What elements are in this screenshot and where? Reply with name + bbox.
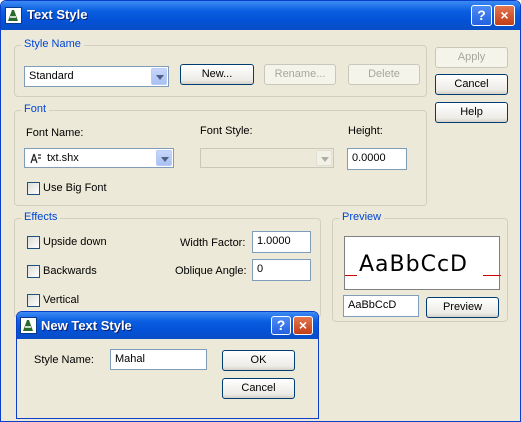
dialog-help-button[interactable]: ? [271,316,291,335]
new-style-name-label: Style Name: [34,354,94,366]
use-big-font-label: Use Big Font [43,182,107,194]
window-title: Text Style [27,7,88,22]
font-name-dropdown[interactable]: txt.shx [24,148,174,168]
close-icon[interactable]: × [494,5,515,26]
oblique-angle-label: Oblique Angle: [175,265,247,277]
preview-sample-text: AaBbCcD [359,252,468,277]
font-name-value: txt.shx [47,152,79,164]
rename-button[interactable]: Rename... [264,64,336,85]
preview-button[interactable]: Preview [426,297,499,318]
backwards-label: Backwards [43,265,97,277]
new-style-button[interactable]: New... [180,64,254,85]
height-input[interactable]: 0.0000 [347,148,407,170]
backwards-checkbox[interactable] [27,265,40,278]
title-bar: Text Style ? × [1,1,520,30]
preview-text-input[interactable]: AaBbCcD [343,295,419,317]
effects-group-label: Effects [21,211,61,223]
autocad-app-icon [5,7,22,24]
dialog-title: New Text Style [41,318,132,333]
preview-baseline-right [483,275,501,276]
height-label: Height: [348,125,383,137]
autocad-app-icon [20,317,37,334]
width-factor-label: Width Factor: [180,237,246,249]
vertical-label: Vertical [43,294,80,306]
delete-button[interactable]: Delete [348,64,420,85]
font-style-label: Font Style: [200,125,253,137]
vertical-checkbox[interactable] [27,294,40,307]
oblique-angle-input[interactable]: 0 [252,259,311,281]
dialog-close-icon[interactable]: × [293,316,313,335]
new-style-name-input[interactable]: Mahal [110,349,207,370]
help-title-button[interactable]: ? [471,5,492,26]
chevron-down-icon[interactable] [316,150,332,166]
font-group-label: Font [21,103,50,115]
chevron-down-icon[interactable] [156,150,172,166]
font-style-dropdown[interactable] [200,148,334,168]
preview-baseline-left [345,275,357,276]
dialog-title-bar: New Text Style ? × [17,312,318,339]
style-name-dropdown[interactable]: Standard [24,66,169,87]
help-button[interactable]: Help [435,102,508,123]
style-name-value: Standard [29,70,74,82]
cancel-button[interactable]: Cancel [435,74,508,95]
upside-down-checkbox[interactable] [27,236,40,249]
font-name-label: Font Name: [26,127,84,139]
apply-button[interactable]: Apply [435,47,508,68]
ok-button[interactable]: OK [222,350,295,371]
chevron-down-icon[interactable] [151,68,167,85]
preview-canvas: AaBbCcD [344,236,501,290]
style-name-group-label: Style Name [21,38,84,50]
use-big-font-checkbox[interactable] [27,182,40,195]
new-text-style-dialog: New Text Style ? × Style Name: Mahal OK … [16,311,319,419]
preview-group-label: Preview [339,211,385,223]
dialog-cancel-button[interactable]: Cancel [222,378,295,399]
width-factor-input[interactable]: 1.0000 [252,231,311,253]
shx-font-icon [29,151,43,168]
upside-down-label: Upside down [43,236,107,248]
